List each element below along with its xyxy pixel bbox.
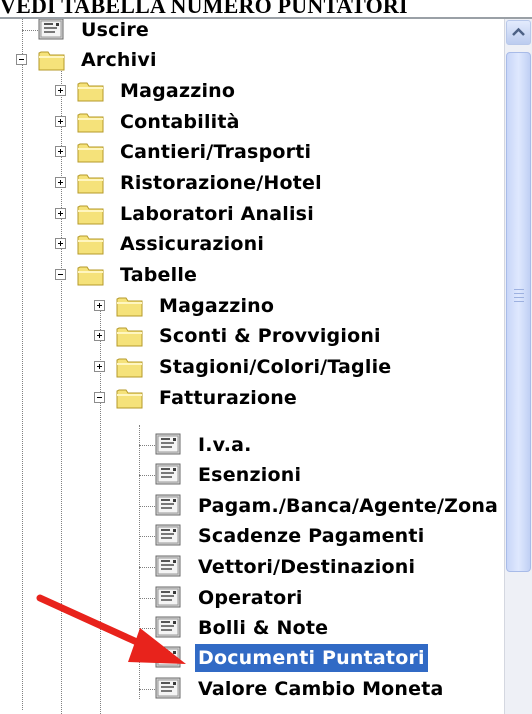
tree-item-label: Ristorazione/Hotel bbox=[120, 172, 322, 194]
folder-icon bbox=[77, 205, 104, 225]
expand-icon[interactable] bbox=[94, 330, 105, 341]
scroll-up-button[interactable] bbox=[506, 20, 531, 45]
document-icon bbox=[155, 463, 181, 485]
tree-item-label: Archivi bbox=[81, 49, 157, 71]
tree-item-label: Documenti Puntatori bbox=[195, 644, 428, 672]
expand-icon[interactable] bbox=[55, 116, 66, 127]
tree-item-label: Laboratori Analisi bbox=[120, 203, 314, 225]
tree-item-stagioni[interactable]: Stagioni/Colori/Taglie bbox=[0, 352, 430, 382]
tree-item-assicurazioni[interactable]: Assicurazioni bbox=[0, 229, 380, 259]
tree-item-tabelle-magazzino[interactable]: Magazzino bbox=[0, 291, 400, 321]
document-icon bbox=[38, 19, 64, 40]
folder-icon bbox=[77, 82, 104, 102]
tree-item-fatturazione[interactable]: Fatturazione bbox=[0, 383, 400, 413]
collapse-icon[interactable] bbox=[94, 392, 105, 403]
tree-item-archivi[interactable]: Archivi bbox=[0, 45, 300, 75]
tree-item-bolli[interactable]: Bolli & Note bbox=[0, 613, 400, 643]
document-icon bbox=[155, 524, 181, 546]
document-icon bbox=[155, 586, 181, 608]
vertical-scrollbar[interactable] bbox=[504, 19, 532, 714]
tree-item-laboratori[interactable]: Laboratori Analisi bbox=[0, 199, 380, 229]
tree-item-uscire[interactable]: Uscire bbox=[0, 19, 300, 45]
folder-icon bbox=[77, 143, 104, 163]
scroll-grip bbox=[514, 301, 524, 302]
tree-item-operatori[interactable]: Operatori bbox=[0, 583, 400, 613]
tree-item-label: I.v.a. bbox=[198, 434, 252, 456]
folder-icon bbox=[77, 174, 104, 194]
tree-item-label: Valore Cambio Moneta bbox=[198, 678, 444, 700]
scroll-grip bbox=[514, 289, 524, 290]
document-icon bbox=[155, 555, 181, 577]
tree-item-contabilita[interactable]: Contabilità bbox=[0, 107, 320, 137]
tree-item-documenti-puntatori[interactable]: Documenti Puntatori bbox=[0, 643, 460, 673]
document-icon bbox=[155, 677, 181, 699]
tree-item-label: Assicurazioni bbox=[120, 233, 265, 255]
tree-item-label: Esenzioni bbox=[198, 464, 302, 486]
tree-item-esenzioni[interactable]: Esenzioni bbox=[0, 460, 400, 490]
tree-item-label: Operatori bbox=[198, 587, 303, 609]
expand-icon[interactable] bbox=[94, 300, 105, 311]
folder-icon bbox=[116, 327, 143, 347]
folder-icon bbox=[116, 358, 143, 378]
tree-item-sconti[interactable]: Sconti & Provvigioni bbox=[0, 321, 420, 351]
tree-item-label: Contabilità bbox=[120, 111, 240, 133]
chevron-up-icon bbox=[512, 27, 525, 36]
tree-item-label: Tabelle bbox=[120, 264, 198, 286]
tree-item-pagamenti[interactable]: Pagam./Banca/Agente/Zona bbox=[0, 491, 504, 521]
document-icon bbox=[155, 433, 181, 455]
tree-item-magazzino[interactable]: Magazzino bbox=[0, 76, 320, 106]
collapse-icon[interactable] bbox=[16, 54, 27, 65]
scroll-thumb[interactable] bbox=[506, 52, 531, 572]
tree-item-vettori[interactable]: Vettori/Destinazioni bbox=[0, 552, 460, 582]
tree-item-label: Magazzino bbox=[120, 80, 236, 102]
tree-item-label: Magazzino bbox=[159, 295, 275, 317]
tree-item-label: Cantieri/Trasporti bbox=[120, 141, 312, 163]
tree-item-label: Fatturazione bbox=[159, 387, 298, 409]
folder-icon bbox=[77, 235, 104, 255]
tree-item-label: Uscire bbox=[81, 19, 149, 41]
tree-item-label: Bolli & Note bbox=[198, 617, 329, 639]
document-icon bbox=[155, 494, 181, 516]
tree-item-label: Scadenze Pagamenti bbox=[198, 525, 425, 547]
tree-item-cantieri[interactable]: Cantieri/Trasporti bbox=[0, 137, 380, 167]
scroll-grip bbox=[514, 293, 524, 294]
tree-item-valore[interactable]: Valore Cambio Moneta bbox=[0, 674, 460, 704]
document-icon bbox=[155, 616, 181, 638]
document-icon bbox=[155, 646, 181, 668]
tree-item-label: Pagam./Banca/Agente/Zona bbox=[198, 495, 499, 517]
page-title: VEDI TABELLA NUMERO PUNTATORI bbox=[0, 0, 408, 18]
folder-icon bbox=[116, 297, 143, 317]
expand-icon[interactable] bbox=[55, 146, 66, 157]
tree-item-iva[interactable]: I.v.a. bbox=[0, 430, 400, 460]
expand-icon[interactable] bbox=[55, 85, 66, 96]
expand-icon[interactable] bbox=[94, 361, 105, 372]
scroll-grip bbox=[514, 297, 524, 298]
tree-item-label: Stagioni/Colori/Taglie bbox=[159, 356, 392, 378]
folder-icon bbox=[77, 113, 104, 133]
expand-icon[interactable] bbox=[55, 208, 66, 219]
tree-item-label: Sconti & Provvigioni bbox=[159, 325, 381, 347]
tree-item-tabelle[interactable]: Tabelle bbox=[0, 260, 380, 290]
folder-icon bbox=[38, 51, 65, 71]
tree-view[interactable]: Uscire Archivi Magazzino Contabilità Can… bbox=[0, 19, 504, 714]
tree-item-label: Vettori/Destinazioni bbox=[198, 556, 416, 578]
tree-item-ristorazione[interactable]: Ristorazione/Hotel bbox=[0, 168, 380, 198]
folder-icon bbox=[116, 389, 143, 409]
collapse-icon[interactable] bbox=[55, 269, 66, 280]
expand-icon[interactable] bbox=[55, 238, 66, 249]
expand-icon[interactable] bbox=[55, 177, 66, 188]
folder-icon bbox=[77, 266, 104, 286]
tree-item-scadenze[interactable]: Scadenze Pagamenti bbox=[0, 521, 460, 551]
